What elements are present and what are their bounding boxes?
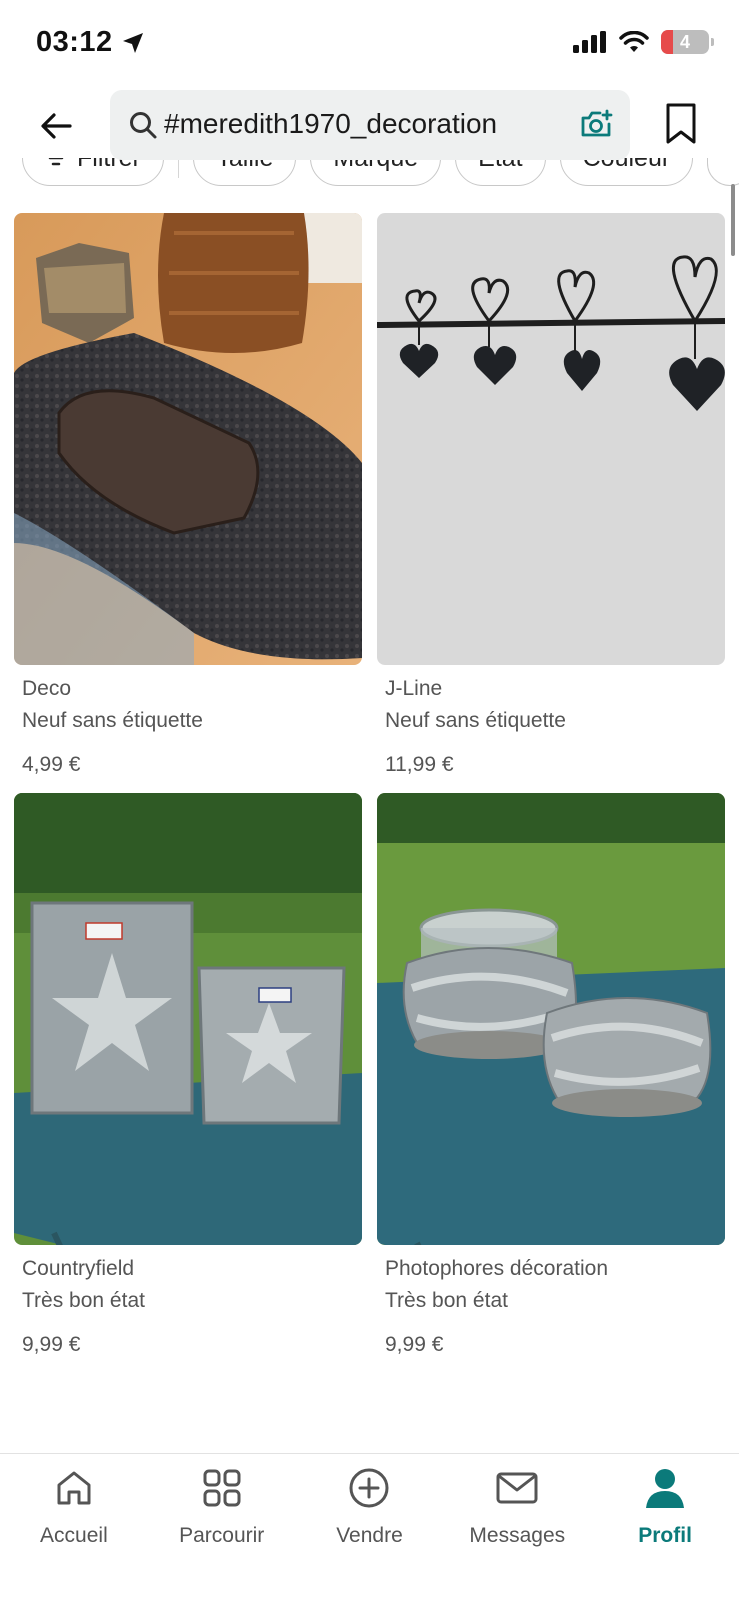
product-image[interactable] [14, 793, 362, 1245]
product-brand: Countryfield [22, 1257, 135, 1280]
grid-icon [203, 1469, 241, 1507]
nav-messages[interactable]: Messages [443, 1454, 591, 1600]
location-arrow-icon [122, 32, 143, 53]
search-input[interactable]: #meredith1970_decoration [110, 90, 630, 160]
product-price: 9,99 € [22, 1333, 81, 1356]
back-arrow-icon[interactable] [36, 106, 76, 146]
nav-sell-label: Vendre [336, 1524, 403, 1547]
product-card[interactable]: Photophores décoration Très bon état 9,9… [377, 793, 725, 1373]
product-price: 11,99 € [385, 753, 454, 776]
envelope-icon [496, 1472, 538, 1504]
search-query: #meredith1970_decoration [164, 108, 498, 139]
product-price: 4,99 € [22, 753, 81, 776]
product-card[interactable]: J-Line Neuf sans étiquette 11,99 € [377, 213, 725, 793]
status-bar: 03:12 4 [0, 0, 739, 90]
product-card[interactable]: Countryfield Très bon état 9,99 € [14, 793, 362, 1373]
camera-search-icon[interactable] [580, 108, 614, 140]
battery-level: 4 [679, 31, 690, 52]
user-profile-icon [646, 1469, 685, 1508]
scrollbar[interactable] [731, 184, 735, 256]
product-brand: Photophores décoration [385, 1257, 608, 1280]
product-image[interactable] [377, 213, 725, 665]
search-icon [130, 112, 157, 139]
bottom-navigation: Accueil Parcourir Vendre Messages Profil [0, 1453, 739, 1600]
home-icon [57, 1471, 91, 1505]
save-search-bookmark-icon[interactable] [664, 102, 698, 146]
search-header: #meredith1970_decoration [0, 90, 739, 162]
product-brand: Deco [22, 677, 72, 700]
cellular-signal-icon [573, 31, 606, 53]
product-image[interactable] [14, 213, 362, 665]
nav-profile-label: Profil [638, 1524, 692, 1547]
status-time: 03:12 [36, 26, 145, 59]
nav-profile[interactable]: Profil [591, 1454, 739, 1600]
product-condition: Neuf sans étiquette [22, 709, 203, 732]
time-text: 03:12 [36, 26, 113, 58]
wifi-icon [619, 31, 649, 52]
nav-home[interactable]: Accueil [0, 1454, 148, 1600]
status-icons: 4 [573, 30, 714, 54]
product-condition: Très bon état [22, 1289, 145, 1312]
product-price: 9,99 € [385, 1333, 444, 1356]
product-brand: J-Line [385, 677, 443, 700]
plus-circle-icon [349, 1468, 389, 1508]
product-card[interactable]: Deco Neuf sans étiquette 4,99 € [14, 213, 362, 793]
battery-icon: 4 [661, 30, 714, 54]
product-image[interactable] [377, 793, 725, 1245]
product-grid: Deco Neuf sans étiquette 4,99 € J-Line N… [14, 213, 725, 1373]
nav-browse-label: Parcourir [179, 1524, 265, 1547]
nav-messages-label: Messages [469, 1524, 566, 1547]
nav-browse[interactable]: Parcourir [148, 1454, 296, 1600]
nav-sell[interactable]: Vendre [296, 1454, 444, 1600]
product-condition: Très bon état [385, 1289, 508, 1312]
nav-home-label: Accueil [40, 1524, 108, 1547]
product-condition: Neuf sans étiquette [385, 709, 566, 732]
